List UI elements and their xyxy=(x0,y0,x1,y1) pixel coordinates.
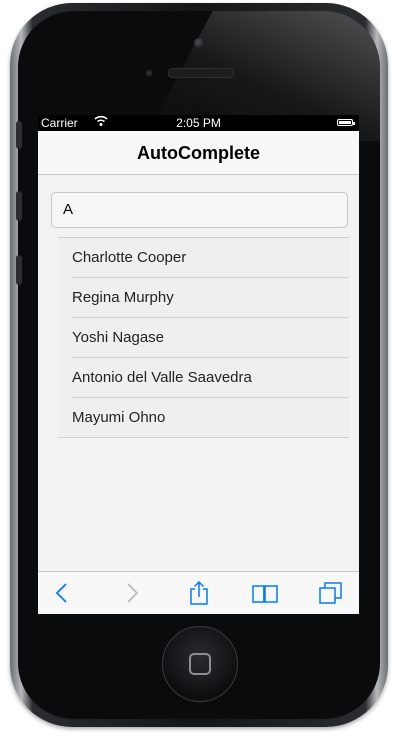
volume-up-button xyxy=(16,191,22,221)
volume-down-button xyxy=(16,255,22,285)
suggestion-item[interactable]: Mayumi Ohno xyxy=(58,398,349,438)
front-camera xyxy=(194,38,204,48)
status-time: 2:05 PM xyxy=(176,116,221,130)
browser-toolbar xyxy=(38,571,359,614)
navigation-bar: AutoComplete xyxy=(38,131,359,175)
mute-switch xyxy=(16,121,22,149)
suggestion-list: Charlotte Cooper Regina Murphy Yoshi Nag… xyxy=(58,237,349,438)
suggestion-item[interactable]: Yoshi Nagase xyxy=(58,318,349,358)
autocomplete-input[interactable]: A xyxy=(51,192,348,228)
suggestion-item[interactable]: Charlotte Cooper xyxy=(58,238,349,278)
home-button[interactable] xyxy=(162,626,238,702)
battery-icon xyxy=(337,119,355,126)
earpiece-speaker xyxy=(168,68,234,78)
back-icon[interactable] xyxy=(50,580,76,606)
page-title: AutoComplete xyxy=(137,143,260,163)
tabs-icon[interactable] xyxy=(318,580,344,606)
home-square-icon xyxy=(189,653,211,675)
status-bar: Carrier 2:05 PM xyxy=(38,115,359,131)
suggestion-item[interactable]: Regina Murphy xyxy=(58,278,349,318)
share-icon[interactable] xyxy=(186,580,212,606)
screen: Carrier 2:05 PM AutoComplete A Charlotte… xyxy=(38,115,359,614)
bookmarks-icon[interactable] xyxy=(252,580,278,606)
suggestion-item[interactable]: Antonio del Valle Saavedra xyxy=(58,358,349,398)
proximity-sensor xyxy=(146,70,152,76)
forward-icon[interactable] xyxy=(118,580,144,606)
